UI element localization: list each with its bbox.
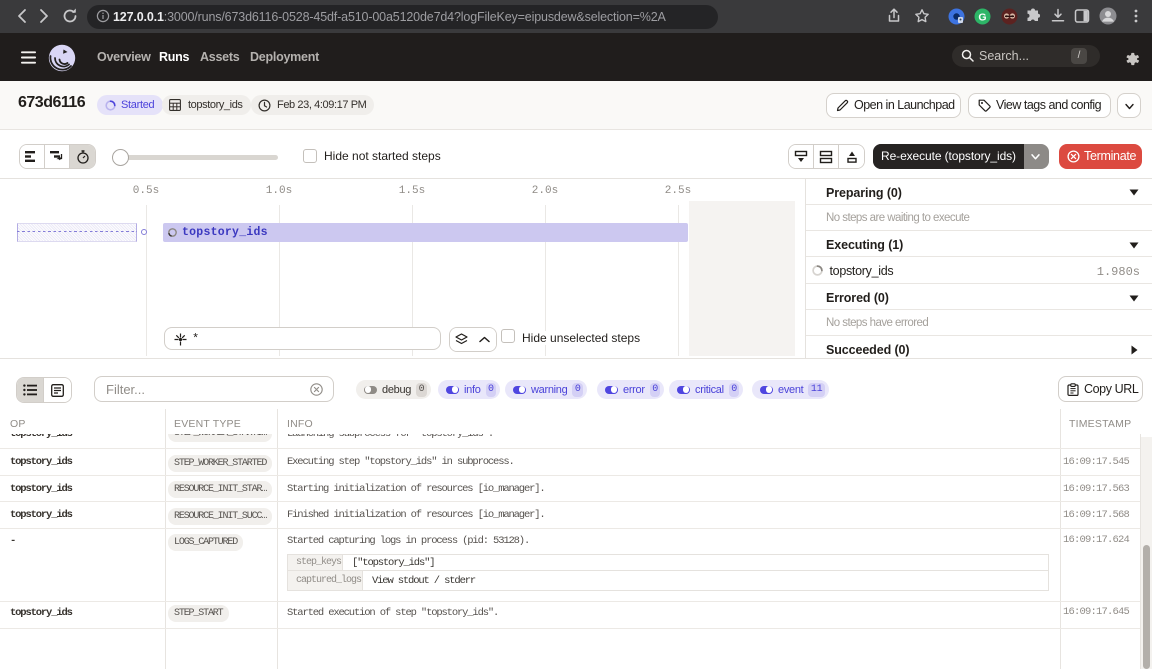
svg-text:G: G [978,11,986,23]
